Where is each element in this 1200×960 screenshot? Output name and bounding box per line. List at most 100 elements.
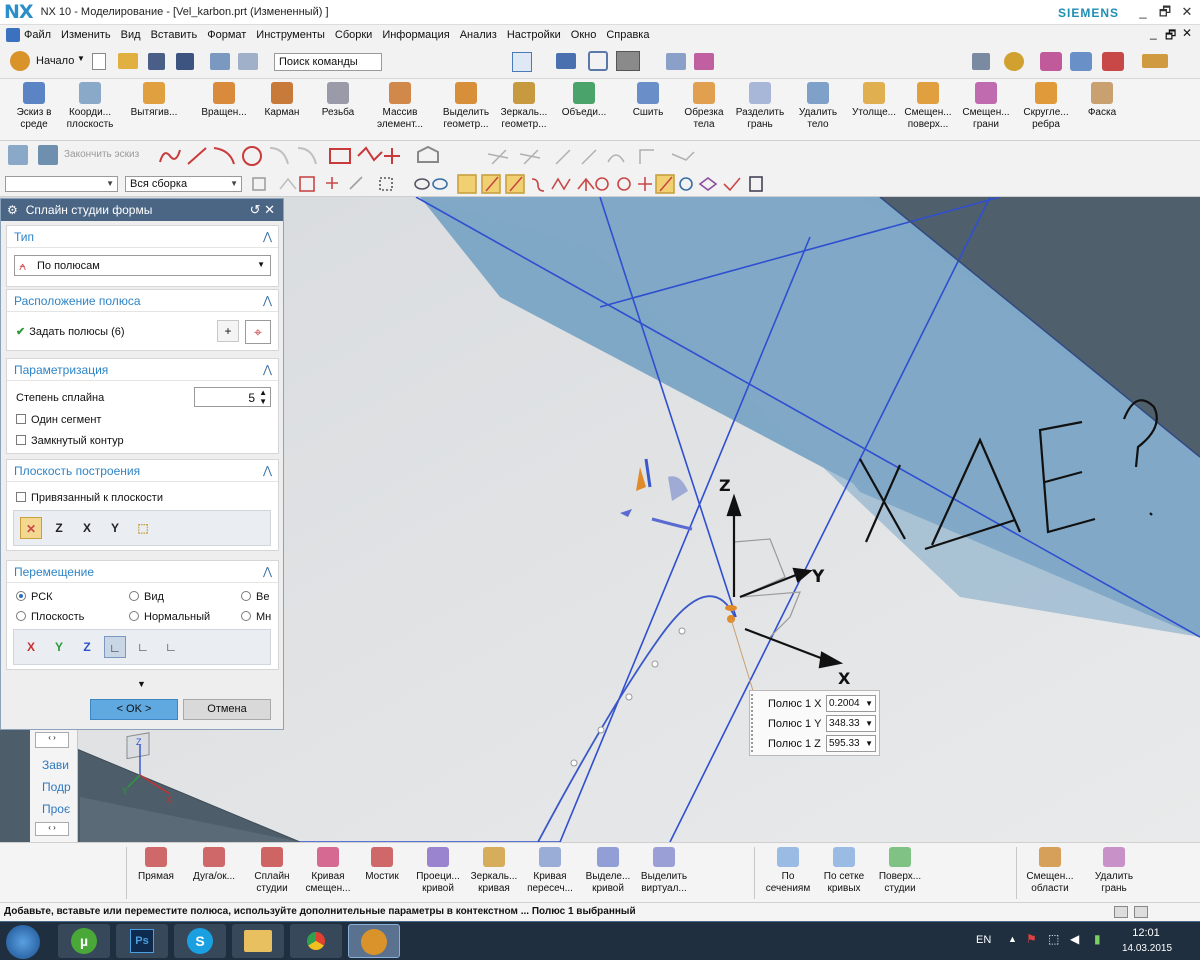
move-x-icon[interactable]: X <box>20 636 42 658</box>
measure-icon[interactable] <box>1142 54 1168 68</box>
restore-button[interactable]: 🗗 <box>1154 3 1176 21</box>
pole-x-input[interactable]: 0.2004 ▼ <box>826 695 876 712</box>
new-file-icon[interactable] <box>92 53 106 70</box>
plane-xy-icon[interactable]: Z <box>48 517 70 539</box>
ribbon-button-13[interactable]: Удалить тело <box>790 82 846 131</box>
doc-close-button[interactable]: ✕ <box>1182 26 1192 40</box>
move-y-icon[interactable]: Y <box>48 636 70 658</box>
menu-file[interactable]: Файл <box>24 29 51 41</box>
orient-view-icon[interactable] <box>588 51 608 71</box>
ok-button[interactable]: < OK > <box>90 699 178 720</box>
fit-view-icon[interactable] <box>512 52 532 72</box>
pole-y-input[interactable]: 348.33 ▼ <box>826 715 876 732</box>
network-icon[interactable]: ⬚ <box>1048 932 1059 946</box>
ribbon-button-0[interactable]: Эскиз в среде <box>6 82 62 131</box>
collapse-icon[interactable]: ⋀ <box>263 561 272 583</box>
save-as-icon[interactable] <box>176 53 194 70</box>
windows-start-button[interactable] <box>6 925 40 959</box>
taskbar-photoshop[interactable]: Ps <box>116 924 168 958</box>
taskbar-explorer[interactable] <box>232 924 284 958</box>
analysis-icon[interactable] <box>1004 52 1024 71</box>
bound-to-plane-checkbox[interactable]: Привязанный к плоскости <box>16 492 163 504</box>
part-navigator-icon[interactable] <box>972 53 990 70</box>
clock-time[interactable]: 12:01 <box>1124 927 1168 939</box>
bottom-tool-button-12[interactable]: Поверх... студии <box>872 847 928 895</box>
bottom-tool-button-7[interactable]: Кривая пересеч... <box>522 847 578 895</box>
menu-analysis[interactable]: Анализ <box>460 29 497 41</box>
ribbon-button-16[interactable]: Смещен... грани <box>958 82 1014 131</box>
language-indicator[interactable]: EN <box>976 934 991 946</box>
ribbon-button-10[interactable]: Сшить <box>620 82 676 119</box>
add-pole-icon[interactable]: + <box>217 320 239 342</box>
type-filter-select[interactable]: ▼ <box>5 176 118 192</box>
ribbon-button-6[interactable]: Массив элемент... <box>372 82 428 131</box>
save-icon[interactable] <box>148 53 165 70</box>
bottom-tool-button-2[interactable]: Сплайн студии <box>244 847 300 895</box>
radio-view[interactable]: Вид <box>129 591 164 603</box>
move-plane-yz-icon[interactable]: ∟ <box>104 636 126 658</box>
ribbon-button-9[interactable]: Объеди... <box>556 82 612 119</box>
close-icon[interactable]: ✕ <box>264 202 275 217</box>
ribbon-button-12[interactable]: Разделить грань <box>732 82 788 131</box>
ribbon-button-2[interactable]: Вытягив... <box>126 82 182 119</box>
gear-icon[interactable]: ⚙ <box>7 203 18 217</box>
menu-view[interactable]: Вид <box>121 29 141 41</box>
open-folder-icon[interactable] <box>118 53 138 69</box>
collapse-icon[interactable]: ⋀ <box>263 290 272 312</box>
menu-preferences[interactable]: Настройки <box>507 29 561 41</box>
menu-edit[interactable]: Изменить <box>61 29 111 41</box>
window-switch-icon[interactable] <box>238 53 258 70</box>
pole-z-input[interactable]: 595.33 ▼ <box>826 735 876 752</box>
closed-loop-checkbox[interactable]: Замкнутый контур <box>16 435 124 447</box>
bottom-tool-button-8[interactable]: Выделе... кривой <box>580 847 636 895</box>
plane-yz-icon[interactable]: X <box>76 517 98 539</box>
ribbon-button-7[interactable]: Выделить геометр... <box>438 82 494 131</box>
plane-xz-icon[interactable]: Y <box>104 517 126 539</box>
snap-point-tools[interactable] <box>250 173 770 195</box>
selection-filter-icon[interactable] <box>1040 52 1062 71</box>
ribbon-button-5[interactable]: Резьба <box>310 82 366 119</box>
ribbon-button-1[interactable]: Коорди... плоскость <box>62 82 118 131</box>
minimize-button[interactable]: _ <box>1132 3 1154 21</box>
menu-insert[interactable]: Вставить <box>151 29 198 41</box>
custom-plane-icon[interactable]: ⬚ <box>132 517 154 539</box>
menu-assemblies[interactable]: Сборки <box>335 29 372 41</box>
move-z-icon[interactable]: Z <box>76 636 98 658</box>
scope-select[interactable]: Вся сборка ▼ <box>125 176 242 192</box>
bottom-tool-button-4[interactable]: Мостик <box>354 847 410 883</box>
ribbon-button-15[interactable]: Смещен... поверх... <box>900 82 956 131</box>
radio-normal[interactable]: Нормальный <box>129 611 210 623</box>
degree-stepper[interactable]: 5 ▲ ▼ <box>194 387 271 407</box>
clock-date[interactable]: 14.03.2015 <box>1120 943 1174 954</box>
ribbon-button-14[interactable]: Утолще... <box>846 82 902 119</box>
taskbar-skype[interactable]: S <box>174 924 226 958</box>
sketch-curve-tools[interactable] <box>152 144 812 168</box>
volume-icon[interactable]: ◀ <box>1070 932 1079 946</box>
radio-wcs[interactable]: РСК <box>16 591 53 603</box>
sketch-icon[interactable] <box>8 145 28 165</box>
ribbon-button-17[interactable]: Скругле... ребра <box>1018 82 1074 131</box>
finish-sketch-icon[interactable] <box>38 145 58 165</box>
bottom-tool-button-0[interactable]: Прямая <box>128 847 184 883</box>
move-plane-xz-icon[interactable]: ∟ <box>132 636 154 658</box>
tray-expand-icon[interactable]: ▲ <box>1008 934 1017 944</box>
point-dialog-icon[interactable]: ⌖ <box>245 320 271 344</box>
render-style-icon[interactable] <box>556 53 576 69</box>
bottom-tool-button-3[interactable]: Кривая смещен... <box>300 847 356 895</box>
scroll-stub-bottom[interactable]: ‹ › <box>35 822 69 836</box>
status-icon-1[interactable] <box>1114 906 1128 918</box>
bottom-tool-button-11[interactable]: По сетке кривых <box>816 847 872 895</box>
taskbar-utorrent[interactable]: µ <box>58 924 110 958</box>
bottom-tool-button-9[interactable]: Выделить виртуал... <box>636 847 692 895</box>
collapse-icon[interactable]: ⋀ <box>263 460 272 482</box>
view-plane-icon[interactable]: ✕ <box>20 517 42 539</box>
menu-format[interactable]: Формат <box>207 29 246 41</box>
ribbon-button-8[interactable]: Зеркаль... геометр... <box>496 82 552 131</box>
undo-icon[interactable] <box>210 53 230 70</box>
reset-icon[interactable]: ↺ <box>250 202 261 217</box>
sidebar-item-preview[interactable]: Проє <box>42 802 70 816</box>
sidebar-item-dependencies[interactable]: Зави <box>42 758 69 772</box>
power-icon[interactable]: ▮ <box>1094 932 1101 946</box>
ribbon-button-4[interactable]: Карман <box>254 82 310 119</box>
ribbon-button-11[interactable]: Обрезка тела <box>676 82 732 131</box>
